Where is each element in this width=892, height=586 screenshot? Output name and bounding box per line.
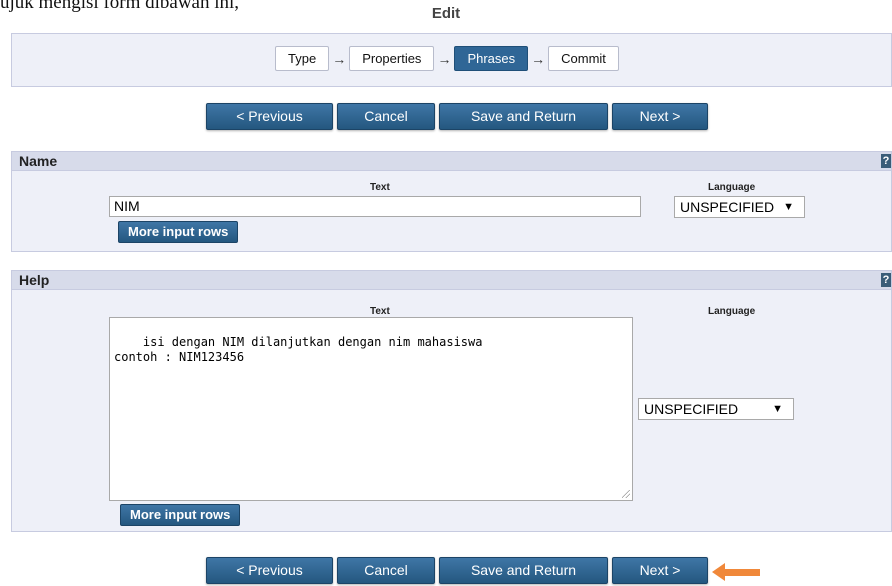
cancel-button[interactable]: Cancel: [337, 557, 435, 584]
name-panel-title: Name: [19, 153, 58, 169]
previous-button[interactable]: < Previous: [206, 557, 333, 584]
help-more-input-rows-button[interactable]: More input rows: [120, 504, 241, 526]
next-button[interactable]: Next >: [612, 557, 708, 584]
language-column-label: Language: [708, 306, 756, 317]
name-more-input-rows-button[interactable]: More input rows: [118, 221, 239, 243]
help-panel-header: Help ?: [12, 271, 891, 290]
wizard-steps-bar: Type → Properties → Phrases → Commit: [11, 33, 892, 87]
top-nav-buttons: < Previous Cancel Save and Return Next >: [0, 103, 892, 132]
previous-button[interactable]: < Previous: [206, 103, 333, 130]
step-properties[interactable]: Properties: [349, 46, 435, 71]
save-and-return-button[interactable]: Save and Return: [439, 557, 608, 584]
help-textarea-text: isi dengan NIM dilanjutkan dengan nim ma…: [114, 335, 483, 364]
help-language-value: UNSPECIFIED: [644, 401, 739, 417]
page-title: Edit: [431, 5, 461, 22]
help-textarea[interactable]: isi dengan NIM dilanjutkan dengan nim ma…: [109, 317, 633, 501]
step-commit[interactable]: Commit: [548, 46, 619, 71]
text-column-label: Text: [370, 306, 390, 317]
name-text-input[interactable]: NIM: [109, 196, 641, 217]
text-column-label: Text: [370, 182, 390, 193]
name-panel: Name ? Text Language NIM UNSPECIFIED ▼ M…: [11, 151, 892, 252]
chevron-down-icon: ▼: [783, 201, 794, 213]
save-and-return-button[interactable]: Save and Return: [439, 103, 608, 130]
name-language-select[interactable]: UNSPECIFIED ▼: [674, 196, 805, 218]
resize-grip-icon[interactable]: [622, 490, 630, 498]
chevron-down-icon: ▼: [772, 403, 783, 415]
cancel-button[interactable]: Cancel: [337, 103, 435, 130]
wizard-steps: Type → Properties → Phrases → Commit: [275, 46, 619, 71]
right-arrow-icon: →: [531, 50, 546, 67]
help-icon[interactable]: ?: [881, 273, 891, 287]
right-arrow-icon: →: [437, 50, 452, 67]
step-type[interactable]: Type: [275, 46, 330, 71]
next-button[interactable]: Next >: [612, 103, 708, 130]
help-panel: Help ? Text Language isi dengan NIM dila…: [11, 270, 892, 532]
pointer-arrow-icon: [712, 563, 760, 581]
language-column-label: Language: [708, 182, 756, 193]
help-panel-title: Help: [19, 272, 50, 288]
help-icon[interactable]: ?: [881, 154, 891, 168]
help-language-select[interactable]: UNSPECIFIED ▼: [638, 398, 794, 420]
right-arrow-icon: →: [332, 50, 347, 67]
step-phrases[interactable]: Phrases: [454, 46, 529, 71]
name-language-value: UNSPECIFIED: [680, 199, 775, 215]
name-panel-header: Name ?: [12, 152, 891, 171]
